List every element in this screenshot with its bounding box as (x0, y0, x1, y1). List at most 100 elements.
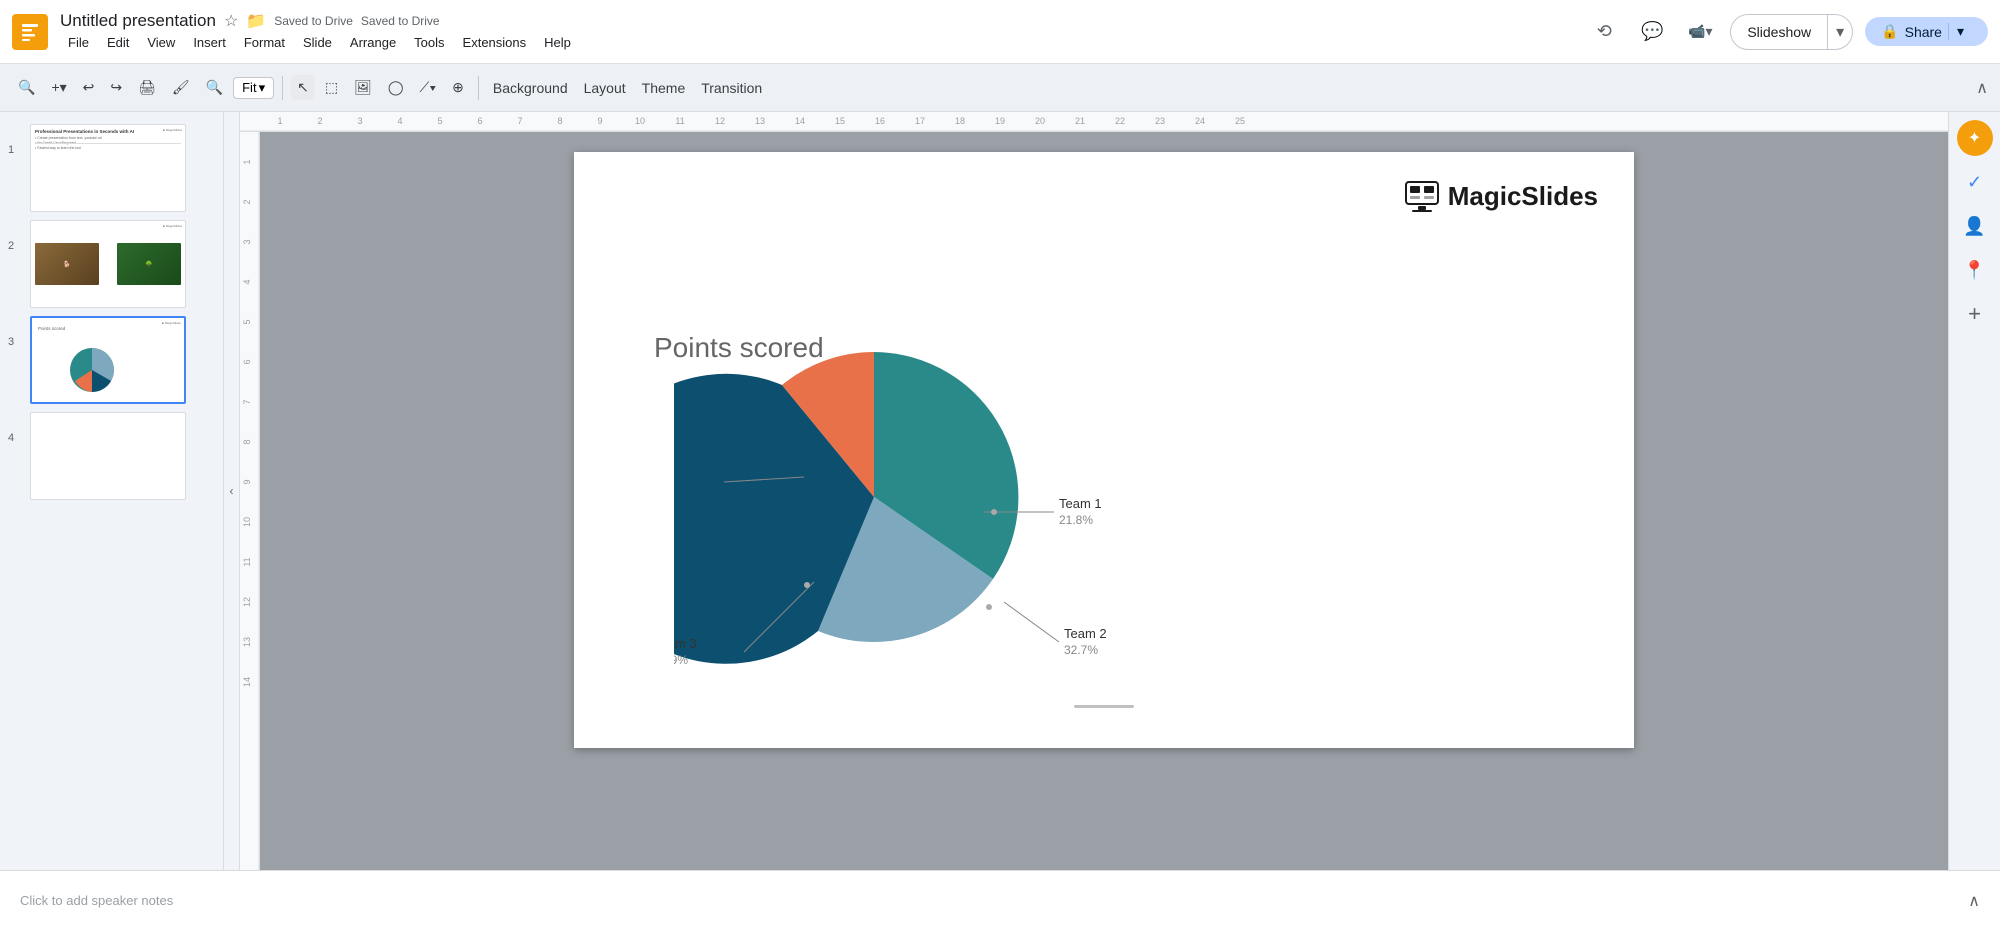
svg-text:3: 3 (242, 239, 252, 244)
share-dropdown[interactable]: ▾ (1948, 23, 1972, 40)
workspace: 1 Professional Presentations in Seconds … (0, 112, 2000, 870)
slideshow-main[interactable]: Slideshow (1731, 15, 1827, 49)
cloud-saved: Saved to Drive (274, 14, 353, 28)
svg-text:13: 13 (242, 637, 252, 647)
bottom-area: 1 Professional Presentations in Seconds … (0, 112, 2000, 930)
menu-insert[interactable]: Insert (185, 33, 234, 52)
title-area: Untitled presentation ☆ 📁 Saved to Drive… (60, 11, 579, 52)
slide-thumb-1[interactable]: Professional Presentations in Seconds wi… (30, 124, 186, 212)
svg-text:23: 23 (1155, 116, 1165, 126)
slide-item-3[interactable]: 3 ■MagicSlides Points scored (0, 312, 223, 408)
transition-btn[interactable]: Transition (695, 76, 768, 100)
layout-btn[interactable]: Layout (578, 76, 632, 100)
slide-item-4[interactable]: 4 (0, 408, 223, 504)
svg-text:5: 5 (437, 116, 442, 126)
search-btn[interactable]: 🔍 (12, 75, 41, 100)
star-icon[interactable]: ☆ (224, 11, 238, 31)
slide-thumb-4[interactable] (30, 412, 186, 500)
canvas-area[interactable]: MagicSlides Points scored (260, 132, 1948, 870)
menu-file[interactable]: File (60, 33, 97, 52)
menu-view[interactable]: View (139, 33, 183, 52)
pie-chart[interactable]: Team 1 21.8% Team 2 32.7% Team 3 10.9% (674, 312, 1174, 692)
slide-number-1: 1 (8, 144, 22, 156)
menu-extensions[interactable]: Extensions (455, 33, 535, 52)
svg-text:17: 17 (915, 116, 925, 126)
menu-help[interactable]: Help (536, 33, 579, 52)
paint-format-btn[interactable]: 🖌 (166, 75, 196, 100)
shapes-btn[interactable]: ◯ (382, 75, 410, 100)
slideshow-button[interactable]: Slideshow ▾ (1730, 14, 1853, 50)
panel-toggle[interactable]: ‹ (224, 112, 240, 870)
slide-panel: 1 Professional Presentations in Seconds … (0, 112, 224, 870)
history-icon[interactable]: ⟲ (1586, 14, 1622, 50)
insert-btn[interactable]: ⊕ (446, 75, 470, 100)
location-icon[interactable]: 📍 (1957, 252, 1993, 288)
image-btn[interactable]: 🖼 (348, 75, 378, 100)
zoom-fit-btn[interactable]: 🔍 (200, 75, 229, 100)
svg-text:24: 24 (1195, 116, 1205, 126)
team2-label: Team 2 (1064, 626, 1107, 641)
svg-text:1: 1 (242, 159, 252, 164)
share-button[interactable]: 🔒 Share ▾ (1865, 17, 1988, 46)
svg-text:21: 21 (1075, 116, 1085, 126)
select-btn[interactable]: ↖ (291, 75, 315, 100)
menu-arrange[interactable]: Arrange (342, 33, 404, 52)
svg-text:6: 6 (477, 116, 482, 126)
h-ruler: 12 34 56 78 910 1112 1314 1516 1718 1920… (240, 112, 1948, 132)
add-icon[interactable]: + (1957, 296, 1993, 332)
svg-text:2: 2 (317, 116, 322, 126)
svg-text:10: 10 (242, 517, 252, 527)
ruler-area: 12 34 56 78 910 1112 1314 1516 1718 1920… (240, 112, 1948, 870)
zoom-in-btn[interactable]: +▾ (45, 75, 72, 100)
svg-text:22: 22 (1115, 116, 1125, 126)
slide-item-1[interactable]: 1 Professional Presentations in Seconds … (0, 120, 223, 216)
undo-btn[interactable]: ↩ (77, 75, 101, 100)
menu-bar: File Edit View Insert Format Slide Arran… (60, 33, 579, 52)
line-btn[interactable]: ⟋▾ (414, 75, 443, 100)
toolbar-collapse[interactable]: ∧ (1976, 78, 1988, 98)
doc-title[interactable]: Untitled presentation (60, 11, 216, 31)
svg-text:13: 13 (755, 116, 765, 126)
svg-text:10.9%: 10.9% (674, 653, 688, 667)
slide-thumb-3[interactable]: ■MagicSlides Points scored (30, 316, 186, 404)
svg-text:3: 3 (357, 116, 362, 126)
svg-text:8: 8 (557, 116, 562, 126)
slideshow-dropdown[interactable]: ▾ (1827, 15, 1852, 49)
svg-text:19: 19 (995, 116, 1005, 126)
zoom-control[interactable]: Fit ▾ (233, 77, 274, 99)
menu-tools[interactable]: Tools (406, 33, 452, 52)
v-ruler: 1 2 3 4 5 6 7 8 9 10 11 12 13 (240, 132, 260, 870)
slide-thumb-2[interactable]: ■MagicSlides 🐕 🌳 (30, 220, 186, 308)
zoom-dropdown-icon[interactable]: ▾ (259, 80, 266, 96)
redo-btn[interactable]: ↪ (104, 75, 128, 100)
content-with-vruler: 1 2 3 4 5 6 7 8 9 10 11 12 13 (240, 132, 1948, 870)
menu-slide[interactable]: Slide (295, 33, 340, 52)
theme-btn[interactable]: Theme (636, 76, 692, 100)
comments-icon[interactable]: 💬 (1634, 14, 1670, 50)
magic-slides-logo: MagicSlides (1404, 180, 1598, 212)
menu-format[interactable]: Format (236, 33, 293, 52)
notes-placeholder[interactable]: Click to add speaker notes (20, 893, 173, 908)
print-btn[interactable]: 🖨 (132, 75, 162, 100)
svg-text:12: 12 (242, 597, 252, 607)
folder-icon[interactable]: 📁 (246, 11, 266, 31)
team3-label: Team 3 (674, 636, 697, 651)
svg-text:9: 9 (242, 479, 252, 484)
check-icon[interactable]: ✓ (1957, 164, 1993, 200)
background-btn[interactable]: Background (487, 76, 574, 100)
svg-text:7: 7 (517, 116, 522, 126)
select-box-btn[interactable]: ⬚ (319, 75, 344, 100)
toolbar: 🔍 +▾ ↩ ↪ 🖨 🖌 🔍 Fit ▾ ↖ ⬚ 🖼 ◯ ⟋▾ ⊕ Backgr… (0, 64, 2000, 112)
menu-edit[interactable]: Edit (99, 33, 137, 52)
svg-text:7: 7 (242, 399, 252, 404)
slide-canvas[interactable]: MagicSlides Points scored (574, 152, 1634, 748)
slide-item-2[interactable]: 2 ■MagicSlides 🐕 🌳 (0, 216, 223, 312)
svg-text:10: 10 (635, 116, 645, 126)
svg-text:1: 1 (277, 116, 282, 126)
person-icon[interactable]: 👤 (1957, 208, 1993, 244)
page-indicator (1074, 705, 1134, 708)
explore-icon[interactable]: ✦ (1957, 120, 1993, 156)
meet-icon[interactable]: 📹▾ (1682, 14, 1718, 50)
svg-text:20: 20 (1035, 116, 1045, 126)
notes-expand[interactable]: ∧ (1968, 891, 1980, 911)
